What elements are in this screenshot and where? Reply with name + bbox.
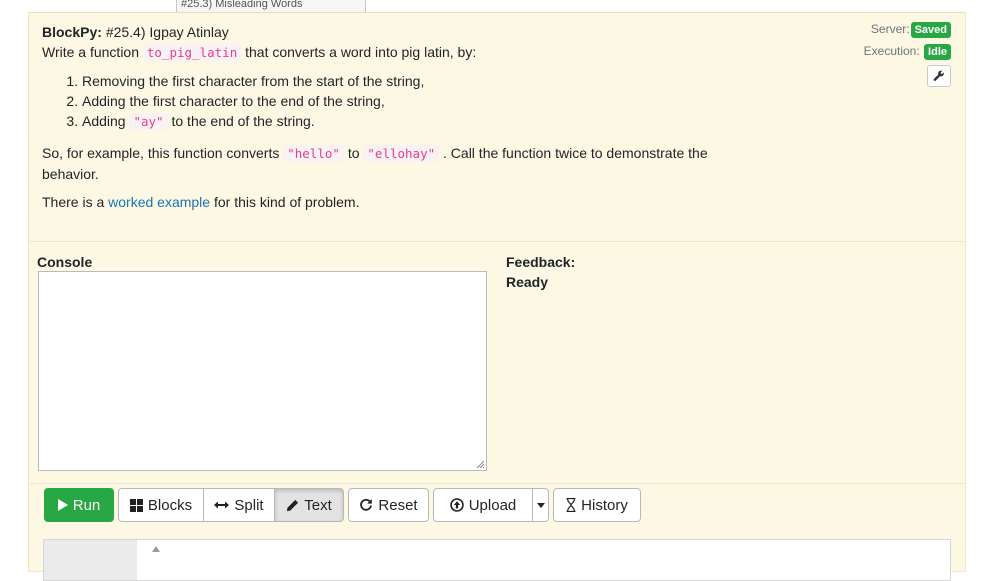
- upload-options-button[interactable]: [533, 488, 549, 522]
- run-button[interactable]: Run: [44, 488, 114, 522]
- execution-label: Execution:: [863, 44, 920, 58]
- execution-status-badge: Idle: [924, 44, 951, 60]
- server-status: Server: Saved: [871, 21, 951, 38]
- feedback-status: Ready: [506, 274, 549, 290]
- server-label: Server:: [870, 22, 910, 36]
- text-mode-button[interactable]: Text: [275, 488, 344, 522]
- example-paragraph: So, for example, this function converts …: [42, 143, 732, 184]
- upload-circle-icon: [449, 498, 464, 512]
- blocks-mode-button[interactable]: Blocks: [118, 488, 204, 522]
- assignment-title: BlockPy: #25.4) Igpay Atinlay: [42, 23, 229, 41]
- assignment-dropdown-label: #25.3) Misleading Words: [181, 0, 303, 10]
- blockpy-panel: BlockPy: #25.4) Igpay Atinlay Write a fu…: [28, 12, 966, 581]
- ay-code: "ay": [129, 113, 168, 130]
- example-to-text: to: [347, 145, 360, 161]
- resize-grip-icon[interactable]: [476, 460, 484, 468]
- example-output-code: "ellohay": [363, 145, 440, 162]
- intro-text: Write a function: [42, 44, 140, 60]
- worked-example-paragraph: There is a worked example for this kind …: [42, 193, 359, 211]
- fold-arrow-icon[interactable]: [152, 546, 160, 552]
- example-input-code: "hello": [283, 145, 344, 162]
- console-label: Console: [37, 254, 93, 270]
- step-item: Adding the first character to the end of…: [82, 91, 424, 111]
- toolbar-divider: [29, 483, 965, 484]
- worked-text: There is a: [42, 194, 105, 210]
- split-arrows-icon: [214, 501, 230, 509]
- function-name-code: to_pig_latin: [142, 44, 242, 61]
- step-item: Adding "ay" to the end of the string.: [82, 111, 424, 132]
- reset-label: Reset: [378, 496, 418, 514]
- worked-text-after: for this kind of problem.: [213, 194, 360, 210]
- upload-label: Upload: [468, 496, 517, 514]
- instructions-intro: Write a function to_pig_latin that conve…: [42, 43, 476, 62]
- run-label: Run: [72, 496, 101, 514]
- hourglass-icon: [566, 498, 576, 512]
- assignment-name: #25.4) Igpay Atinlay: [105, 24, 229, 40]
- example-text: So, for example, this function converts: [42, 145, 280, 161]
- pencil-icon: [287, 499, 299, 511]
- step-text: Adding: [82, 113, 126, 129]
- step-text: Removing the first character from the st…: [82, 73, 425, 89]
- split-mode-button[interactable]: Split: [204, 488, 275, 522]
- text-label: Text: [304, 496, 332, 514]
- code-editor[interactable]: [43, 539, 951, 581]
- step-text: Adding the first character to the end of…: [82, 93, 385, 109]
- step-item: Removing the first character from the st…: [82, 71, 424, 91]
- intro-text-after: that converts a word into pig latin, by:: [245, 44, 477, 60]
- execution-status: Execution: Idle: [864, 43, 951, 60]
- worked-example-link[interactable]: worked example: [108, 194, 210, 210]
- upload-button[interactable]: Upload: [433, 488, 533, 522]
- instructions-section: BlockPy: #25.4) Igpay Atinlay Write a fu…: [29, 13, 965, 242]
- console-output[interactable]: [38, 271, 487, 471]
- caret-down-icon: [536, 502, 545, 508]
- feedback-label: Feedback:: [506, 254, 576, 270]
- steps-list: Removing the first character from the st…: [42, 71, 424, 132]
- settings-button[interactable]: [927, 65, 951, 87]
- reset-button[interactable]: Reset: [348, 488, 429, 522]
- wrench-icon: [933, 70, 944, 81]
- blocks-label: Blocks: [147, 496, 193, 514]
- app-name: BlockPy:: [42, 24, 102, 40]
- editor-gutter: [44, 540, 137, 580]
- split-label: Split: [234, 496, 264, 514]
- play-icon: [57, 499, 68, 511]
- step-text-after: to the end of the string.: [171, 113, 315, 129]
- history-button[interactable]: History: [553, 488, 641, 522]
- refresh-icon: [360, 498, 373, 511]
- history-label: History: [581, 496, 628, 514]
- blocks-grid-icon: [129, 498, 143, 512]
- server-status-badge: Saved: [910, 22, 951, 38]
